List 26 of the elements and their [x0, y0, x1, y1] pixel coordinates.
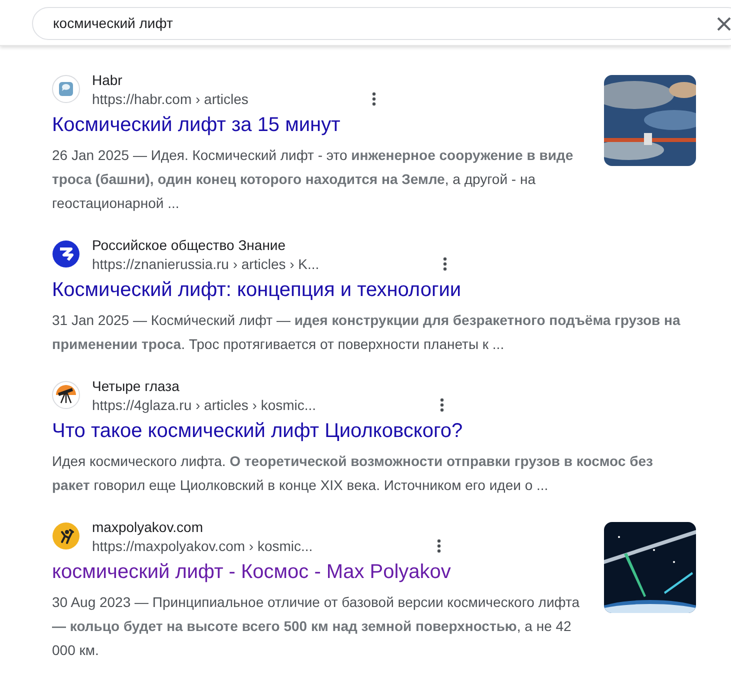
z-logo-icon — [52, 240, 80, 268]
site-name: maxpolyakov.com — [92, 518, 204, 537]
result-snippet: 26 Jan 2025 — Идея. Космический лифт - это инженерное сооружение в виде троса (башни), один конец которого находится на Земле, а другой - на геостационарной ... — [52, 146, 574, 213]
more-options-icon[interactable] — [440, 398, 444, 412]
result-snippet: Идея космического лифта. О теоретической возможности отправки грузов в космос без ракет говорил еще Циолковский в конце XIX века. Источником его идеи о ... — [52, 452, 654, 495]
site-url: https://maxpolyakov.com › kosmic... — [92, 537, 313, 555]
result-title[interactable]: Космический лифт: концепция и технологии — [52, 277, 692, 303]
site-name: Российское общество Знание — [92, 236, 287, 255]
figure-icon — [52, 522, 80, 550]
result-title[interactable]: Космический лифт за 15 минут — [52, 112, 592, 138]
result-snippet: 31 Jan 2025 — Косми́ческий лифт — идея конструкции для безракетного подъёма грузов на применении троса. Трос протягивается от поверхности планеты к ... — [52, 311, 682, 354]
clear-icon[interactable] — [717, 16, 731, 30]
search-field[interactable]: космический лифт — [32, 7, 731, 40]
result-title[interactable]: Что такое космический лифт Циолковского? — [52, 418, 692, 444]
more-options-icon[interactable] — [372, 92, 376, 106]
result-snippet: 30 Aug 2023 — Принципиальное отличие от базовой версии космического лифта — кольцо будет на высоте всего 500 км над земной поверхностью, а не 42 000 км. — [52, 593, 581, 660]
chat-bubble-icon — [52, 75, 80, 103]
site-url: https://znanierussia.ru › articles › K... — [92, 255, 320, 273]
site-name: Habr — [92, 71, 124, 90]
site-name: Четыре глаза — [92, 377, 180, 396]
more-options-icon[interactable] — [436, 539, 441, 553]
telescope-icon — [52, 381, 80, 409]
site-url: https://habr.com › articles — [92, 90, 248, 108]
result-title[interactable]: космический лифт - Космос - Max Polyakov — [52, 559, 592, 585]
more-options-icon[interactable] — [443, 257, 448, 271]
site-url: https://4glaza.ru › articles › kosmic... — [92, 396, 316, 414]
